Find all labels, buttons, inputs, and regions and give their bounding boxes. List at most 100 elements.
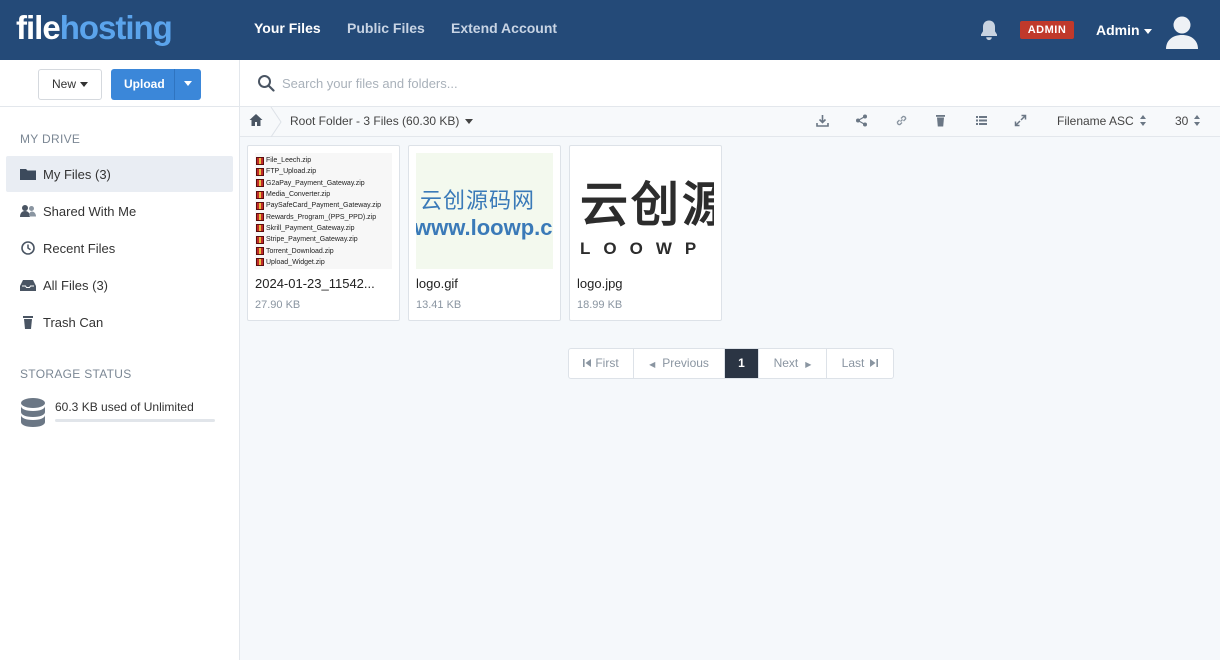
- sidebar-item-recent[interactable]: Recent Files: [6, 230, 233, 266]
- new-button[interactable]: New: [38, 69, 102, 100]
- sidebar-item-shared[interactable]: Shared With Me: [6, 193, 233, 229]
- chevron-left-icon: ◀: [649, 360, 656, 369]
- zip-archive-icon: [256, 167, 264, 176]
- breadcrumb-current-folder: Root Folder - 3 Files (60.30 KB): [290, 114, 460, 128]
- download-icon[interactable]: [816, 114, 829, 127]
- share-icon[interactable]: [855, 114, 868, 127]
- file-thumbnail[interactable]: 云创源码网 www.loowp.com: [416, 153, 553, 269]
- list-view-icon[interactable]: [975, 114, 988, 127]
- nav-public-files[interactable]: Public Files: [347, 20, 425, 36]
- file-thumbnail[interactable]: 云创源 LOOWP: [577, 153, 714, 269]
- sidebar-item-label: My Files (3): [43, 167, 111, 182]
- per-page-select[interactable]: 30: [1175, 114, 1201, 128]
- zip-list-row-label: Upload_Widget.zip: [266, 258, 325, 266]
- top-navbar: filehosting Your Files Public Files Exte…: [0, 0, 1220, 60]
- file-name: logo.gif: [416, 276, 458, 291]
- zip-archive-icon: [256, 179, 264, 188]
- zip-list-row: Upload_Widget.zip: [256, 257, 392, 268]
- thumbnail-logo-text-latin: LOOWP: [580, 239, 710, 258]
- search-input[interactable]: [282, 72, 882, 94]
- upload-button-label: Upload: [124, 77, 165, 91]
- search-icon[interactable]: [257, 74, 275, 92]
- upload-button[interactable]: Upload: [111, 69, 201, 100]
- file-toolbar: Root Folder - 3 Files (60.30 KB) Filenam…: [240, 107, 1220, 137]
- chevron-down-icon: [1143, 28, 1152, 34]
- zip-archive-icon: [256, 235, 264, 244]
- pagination-last[interactable]: Last: [827, 349, 893, 378]
- zip-list-row-label: Rewards_Program_(PPS_PPD).zip: [266, 213, 377, 221]
- file-name: logo.jpg: [577, 276, 623, 291]
- chevron-right-icon: ▶: [805, 360, 812, 369]
- thumbnail-logo-text-cn: 云创源码网: [420, 189, 536, 214]
- file-size: 13.41 KB: [416, 299, 462, 311]
- zip-list-row: FTP_Upload.zip: [256, 166, 392, 177]
- chevron-down-icon: [465, 119, 474, 125]
- zip-list-row: File_Leech.zip: [256, 155, 392, 166]
- file-card[interactable]: File_Leech.zip FTP_Upload.zip G2aPay_Payme…: [247, 145, 400, 321]
- sort-select[interactable]: Filename ASC: [1057, 114, 1146, 128]
- pagination-next-label: Next: [773, 356, 799, 370]
- trash-icon: [23, 316, 33, 329]
- zip-list-row-label: Torrent_Download.zip: [266, 247, 334, 255]
- storage-usage-text: 60.3 KB used of Unlimited: [55, 400, 194, 414]
- sidebar-actions: New Upload: [0, 60, 240, 107]
- zip-list-row-label: FTP_Upload.zip: [266, 168, 317, 176]
- zip-list-row-label: G2aPay_Payment_Gateway.zip: [266, 179, 365, 187]
- logo-text-hosting: hosting: [59, 9, 173, 46]
- zip-archive-icon: [256, 224, 264, 233]
- sidebar: New Upload MY DRIVE My Files (3) Shared …: [0, 60, 240, 660]
- pagination-previous-label: Previous: [662, 356, 709, 370]
- logo-text-file: file: [16, 9, 61, 46]
- first-page-icon: [583, 359, 592, 367]
- pagination-first-label: First: [595, 356, 619, 370]
- pagination: First ◀ Previous 1 Next ▶ Last: [568, 348, 894, 379]
- link-icon[interactable]: [895, 114, 908, 127]
- fullscreen-icon[interactable]: [1014, 114, 1027, 127]
- zip-list-row-label: Skrill_Payment_Gateway.zip: [266, 224, 355, 232]
- pagination-first[interactable]: First: [569, 349, 634, 378]
- zip-list-row: Rewards_Program_(PPS_PPD).zip: [256, 211, 392, 222]
- users-icon: [20, 205, 36, 217]
- sidebar-item-trash[interactable]: Trash Can: [6, 304, 233, 340]
- pagination-previous[interactable]: ◀ Previous: [634, 349, 725, 378]
- file-thumbnail[interactable]: File_Leech.zip FTP_Upload.zip G2aPay_Payme…: [255, 153, 392, 269]
- pagination-next[interactable]: Next ▶: [759, 349, 827, 378]
- sidebar-item-label: Recent Files: [43, 241, 116, 256]
- zip-list-row-label: Stripe_Payment_Gateway.zip: [266, 236, 358, 244]
- zip-archive-icon: [256, 213, 264, 222]
- new-button-label: New: [51, 77, 76, 91]
- database-icon: [21, 398, 45, 427]
- sort-arrows-icon: [1139, 115, 1146, 127]
- trash-icon[interactable]: [934, 114, 947, 127]
- app-logo[interactable]: filehosting: [16, 9, 173, 47]
- zip-list-row: Torrent_Download.zip: [256, 245, 392, 256]
- bell-icon[interactable]: [979, 19, 999, 41]
- storage-status-title: STORAGE STATUS: [20, 367, 132, 381]
- folder-icon: [20, 169, 36, 180]
- file-card[interactable]: 云创源码网 www.loowp.com logo.gif 13.41 KB: [408, 145, 561, 321]
- breadcrumb[interactable]: Root Folder - 3 Files (60.30 KB): [290, 114, 474, 128]
- per-page-value: 30: [1175, 114, 1189, 128]
- zip-archive-icon: [256, 258, 264, 267]
- avatar[interactable]: [1165, 14, 1199, 50]
- sidebar-item-all-files[interactable]: All Files (3): [6, 267, 233, 303]
- zip-list-row: Media_Converter.zip: [256, 189, 392, 200]
- nav-your-files[interactable]: Your Files: [254, 20, 321, 36]
- user-menu[interactable]: Admin: [1096, 22, 1152, 38]
- breadcrumb-separator-icon: [270, 107, 282, 137]
- zip-file-list-preview: File_Leech.zip FTP_Upload.zip G2aPay_Payme…: [255, 153, 392, 268]
- sidebar-item-label: All Files (3): [43, 278, 109, 293]
- chevron-down-icon: [80, 82, 88, 88]
- home-icon[interactable]: [249, 113, 263, 127]
- zip-list-row: G2aPay_Payment_Gateway.zip: [256, 178, 392, 189]
- sidebar-item-my-files[interactable]: My Files (3): [6, 156, 233, 192]
- sort-arrows-icon: [1194, 115, 1201, 127]
- sidebar-item-label: Shared With Me: [43, 204, 137, 219]
- file-card[interactable]: 云创源 LOOWP logo.jpg 18.99 KB: [569, 145, 722, 321]
- zip-list-row: PaySafeCard_Payment_Gateway.zip: [256, 200, 392, 211]
- upload-dropdown-toggle[interactable]: [174, 69, 201, 100]
- search-bar: [240, 60, 1220, 107]
- nav-extend-account[interactable]: Extend Account: [451, 20, 557, 36]
- inbox-icon: [20, 280, 36, 291]
- pagination-page-current[interactable]: 1: [725, 349, 759, 378]
